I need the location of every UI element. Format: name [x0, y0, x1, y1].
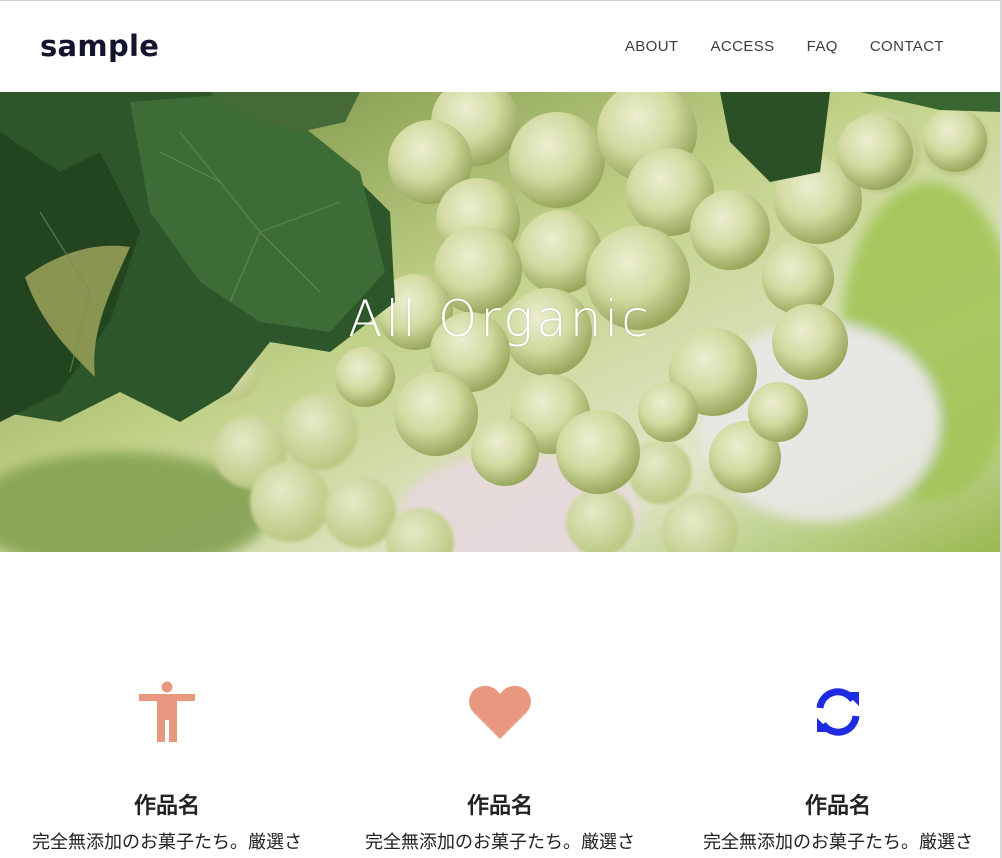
feature-card: 作品名 完全無添加のお菓子たち。厳選さ: [2, 680, 332, 854]
feature-card: 作品名 完全無添加のお菓子たち。厳選さ: [673, 680, 1000, 854]
nav-link-faq[interactable]: FAQ: [807, 38, 838, 55]
main-nav: ABOUT ACCESS FAQ CONTACT: [625, 38, 944, 55]
feature-card: 作品名 完全無添加のお菓子たち。厳選さ: [335, 680, 665, 854]
refresh-icon: [673, 680, 1000, 744]
hero-title: All Organic: [348, 290, 652, 348]
feature-text: 完全無添加のお菓子たち。厳選さ: [32, 832, 302, 853]
nav-link-contact[interactable]: CONTACT: [870, 38, 944, 55]
page: sample ABOUT ACCESS FAQ CONTACT All Orga…: [0, 0, 1002, 858]
feature-text: 完全無添加のお菓子たち。厳選さ: [365, 832, 635, 853]
nav-link-access[interactable]: ACCESS: [711, 38, 775, 55]
feature-title: 作品名: [804, 794, 871, 819]
accessibility-person-icon: [2, 680, 332, 744]
site-header: sample ABOUT ACCESS FAQ CONTACT: [0, 1, 1000, 92]
heart-icon: [335, 680, 665, 744]
features-section: 作品名 完全無添加のお菓子たち。厳選さ 作品名 完全無添加のお菓子たち。厳選さ: [0, 552, 1000, 858]
feature-title: 作品名: [133, 794, 200, 819]
nav-link-about[interactable]: ABOUT: [625, 38, 679, 55]
hero-section: All Organic: [0, 92, 1000, 552]
site-logo[interactable]: sample: [40, 29, 159, 63]
feature-title: 作品名: [466, 794, 533, 819]
feature-text: 完全無添加のお菓子たち。厳選さ: [703, 832, 973, 853]
